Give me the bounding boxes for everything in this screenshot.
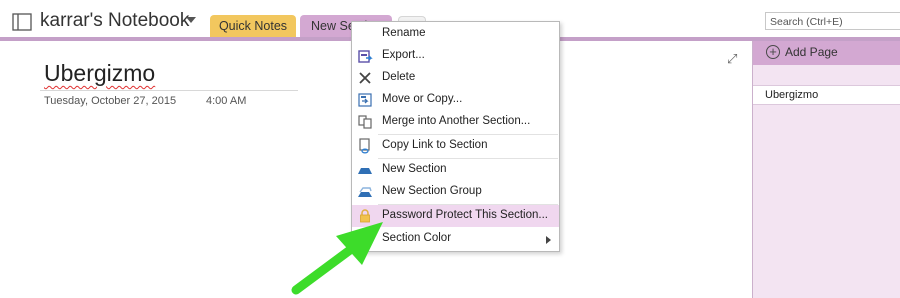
annotation-arrow-icon (291, 222, 383, 295)
